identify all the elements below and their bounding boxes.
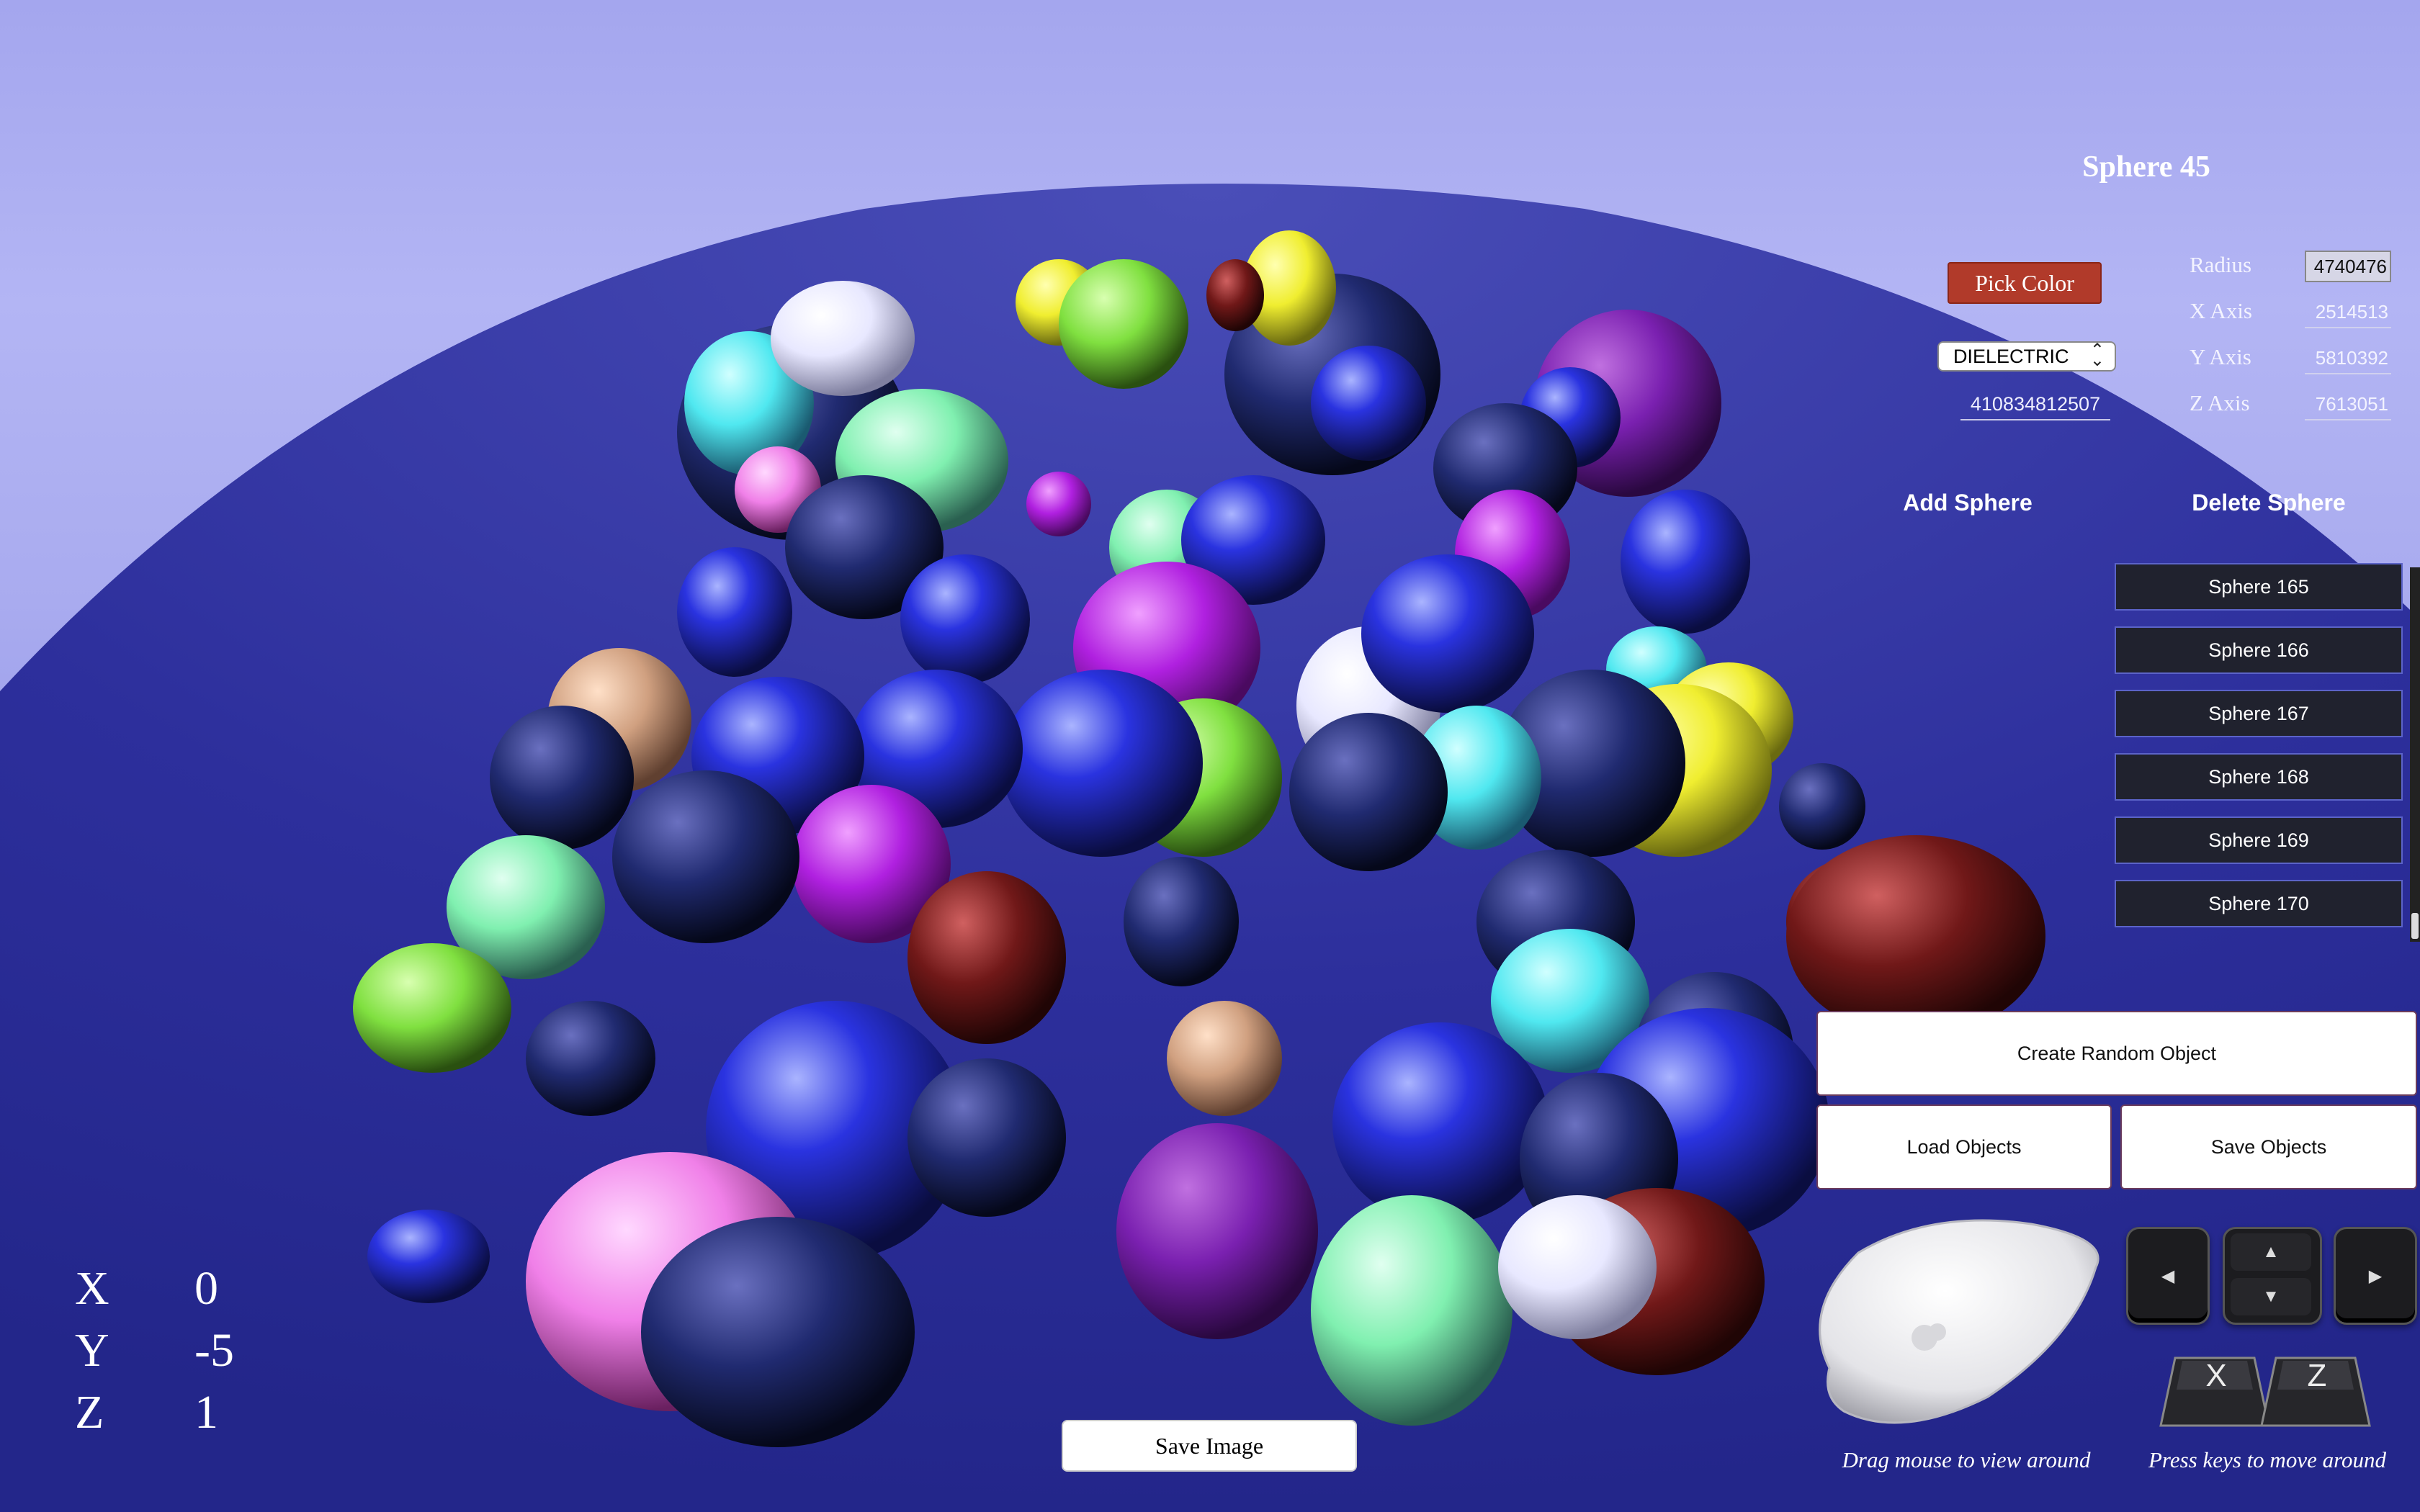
delete-sphere-button[interactable]: Delete Sphere xyxy=(2161,490,2377,516)
pick-color-button[interactable]: Pick Color xyxy=(1948,262,2102,304)
sphere-list[interactable]: Sphere 165 Sphere 166 Sphere 167 Sphere … xyxy=(2115,563,2410,942)
render-canvas[interactable]: X Z xyxy=(0,0,2420,1512)
scrollbar-thumb[interactable] xyxy=(2411,913,2419,939)
right-arrow-glyph: ▶ xyxy=(2368,1266,2383,1286)
coord-x-value: 0 xyxy=(194,1262,218,1315)
left-arrow-key-icon: ◀ xyxy=(2126,1227,2210,1325)
y-axis-input[interactable]: 5810392 xyxy=(2305,343,2391,374)
coord-y-value: -5 xyxy=(194,1324,234,1377)
sphere-list-scrollbar[interactable] xyxy=(2410,567,2420,942)
mouse-hint: Drag mouse to view around xyxy=(1842,1447,2091,1472)
right-arrow-key-icon: ▶ xyxy=(2334,1227,2417,1325)
selected-sphere-title: Sphere 45 xyxy=(2082,150,2210,184)
coord-z-label: Z xyxy=(75,1386,104,1439)
save-objects-button[interactable]: Save Objects xyxy=(2120,1104,2417,1189)
create-random-object-button[interactable]: Create Random Object xyxy=(1816,1011,2417,1096)
x-key-icon: X xyxy=(2159,1356,2270,1427)
radius-input[interactable]: 4740476 xyxy=(2305,251,2391,282)
material-select-value: DIELECTRIC xyxy=(1953,345,2069,367)
x-key-label: X xyxy=(2205,1358,2226,1393)
material-parameter-input[interactable]: 410834812507 xyxy=(1960,389,2110,420)
select-arrows-icon: ⌃ ⌄ xyxy=(2089,341,2105,370)
x-axis-input[interactable]: 2514513 xyxy=(2305,297,2391,328)
coord-y-label: Y xyxy=(75,1324,109,1377)
z-key-icon: Z xyxy=(2260,1356,2371,1427)
load-objects-button[interactable]: Load Objects xyxy=(1816,1104,2112,1189)
left-arrow-glyph: ◀ xyxy=(2161,1266,2175,1286)
keys-hint: Press keys to move around xyxy=(2148,1447,2386,1472)
material-select[interactable]: DIELECTRIC ⌃ ⌄ xyxy=(1937,341,2116,372)
list-item[interactable]: Sphere 169 xyxy=(2115,816,2403,864)
list-item[interactable]: Sphere 167 xyxy=(2115,690,2403,737)
up-arrow-glyph: ▲ xyxy=(2231,1233,2311,1271)
save-image-button[interactable]: Save Image xyxy=(1062,1420,1357,1472)
z-key-label: Z xyxy=(2308,1358,2327,1393)
coord-z-value: 1 xyxy=(194,1386,218,1439)
list-item[interactable]: Sphere 168 xyxy=(2115,753,2403,801)
list-item[interactable]: Sphere 165 xyxy=(2115,563,2403,611)
down-arrow-glyph: ▼ xyxy=(2231,1278,2311,1315)
add-sphere-button[interactable]: Add Sphere xyxy=(1860,490,2076,516)
list-item[interactable]: Sphere 170 xyxy=(2115,880,2403,927)
list-item[interactable]: Sphere 166 xyxy=(2115,626,2403,674)
coord-x-label: X xyxy=(75,1262,109,1315)
up-down-arrow-key-icon: ▲ ▼ xyxy=(2223,1227,2322,1325)
z-axis-input[interactable]: 7613051 xyxy=(2305,389,2391,420)
